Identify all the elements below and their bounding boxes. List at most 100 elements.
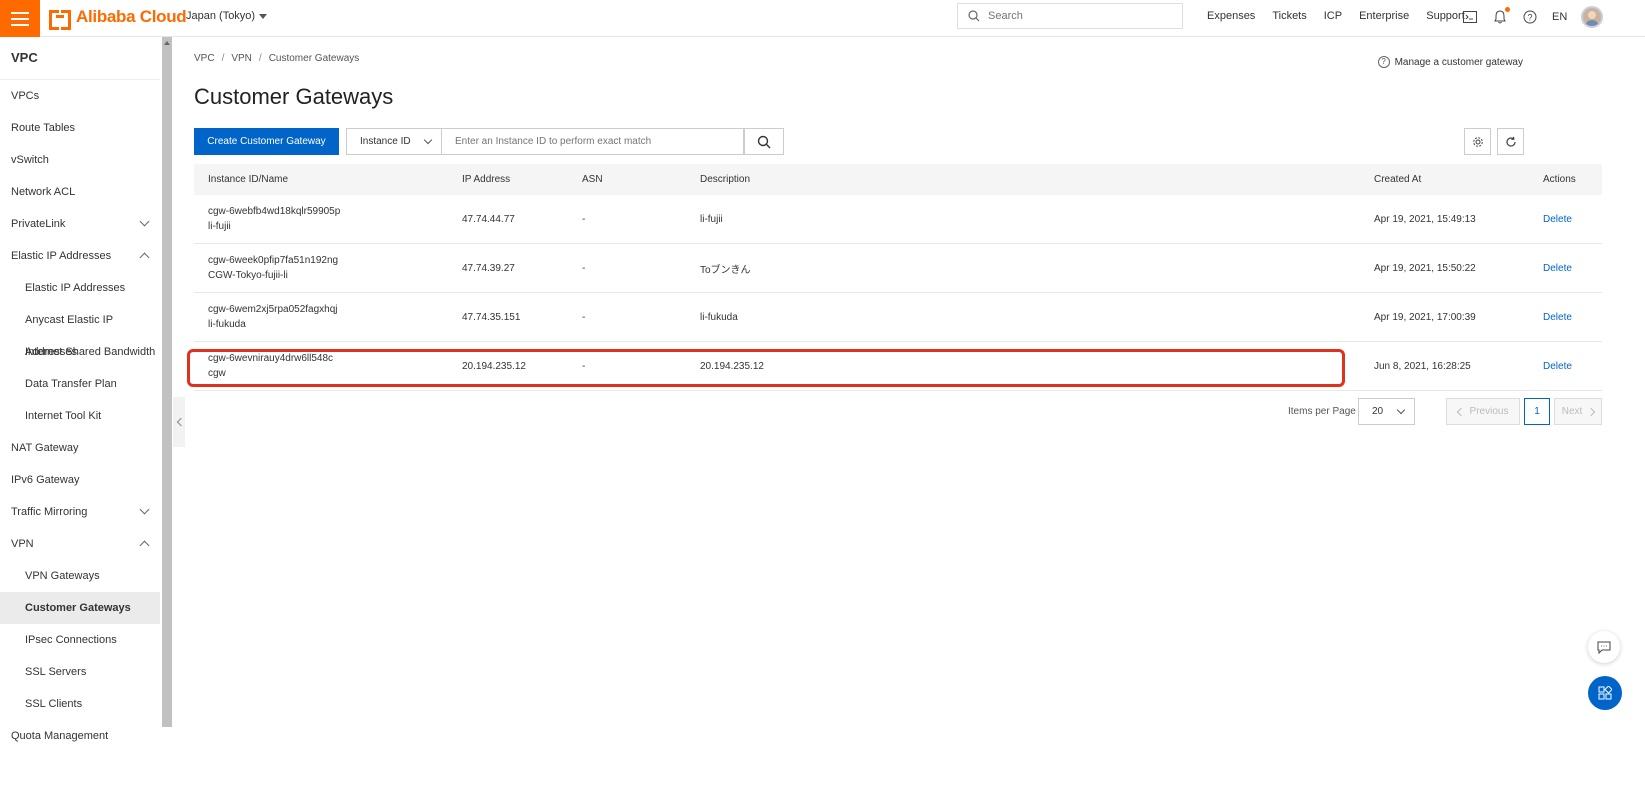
header-actions: Actions bbox=[1543, 174, 1576, 185]
search-button[interactable] bbox=[744, 128, 784, 155]
chat-button[interactable] bbox=[1588, 631, 1620, 663]
chevron-left-icon bbox=[176, 417, 185, 427]
sidebar-item-network-acl[interactable]: Network ACL bbox=[0, 176, 160, 208]
sidebar-item-quota-management[interactable]: Quota Management bbox=[0, 720, 160, 752]
create-customer-gateway-button[interactable]: Create Customer Gateway bbox=[194, 128, 339, 155]
sidebar-scrollbar[interactable] bbox=[162, 37, 172, 727]
gear-icon bbox=[1472, 136, 1483, 147]
chevron-left-icon bbox=[1456, 407, 1465, 416]
sidebar-item-anycast-eip[interactable]: Anycast Elastic IP Addresses bbox=[0, 304, 160, 358]
alibaba-cloud-logo-icon bbox=[49, 10, 71, 30]
table-row: cgw-6webfb4wd18kqlr59905p li-fujii 47.74… bbox=[194, 195, 1602, 244]
breadcrumb-vpc[interactable]: VPC bbox=[194, 53, 215, 64]
instance-cell: cgw-6wevnirauy4drw6ll548c cgw bbox=[208, 342, 333, 390]
sidebar-item-elastic-ip-group[interactable]: Elastic IP Addresses bbox=[0, 240, 160, 272]
asn: - bbox=[582, 360, 586, 372]
instance-name: CGW-Tokyo-fujii-li bbox=[208, 270, 288, 281]
sidebar-item-route-tables[interactable]: Route Tables bbox=[0, 112, 160, 144]
header-asn: ASN bbox=[582, 174, 603, 185]
customer-gateways-table: Instance ID/Name IP Address ASN Descript… bbox=[194, 164, 1602, 391]
instance-name: li-fujii bbox=[208, 221, 231, 232]
previous-page-button[interactable]: Previous bbox=[1446, 398, 1520, 425]
ip-address: 47.74.44.77 bbox=[462, 213, 515, 225]
chevron-right-icon bbox=[1587, 407, 1596, 416]
sidebar-item-vpcs[interactable]: VPCs bbox=[0, 80, 160, 112]
page-number-current[interactable]: 1 bbox=[1524, 398, 1550, 425]
instance-id[interactable]: cgw-6wevnirauy4drw6ll548c bbox=[208, 353, 333, 364]
apps-button[interactable] bbox=[1588, 676, 1622, 710]
sidebar-item-customer-gateways[interactable]: Customer Gateways bbox=[0, 592, 160, 624]
sidebar-item-vpn[interactable]: VPN bbox=[0, 528, 160, 560]
delete-link[interactable]: Delete bbox=[1543, 244, 1572, 292]
brand-name: Alibaba Cloud bbox=[76, 7, 187, 26]
sidebar-item-traffic-mirroring[interactable]: Traffic Mirroring bbox=[0, 496, 160, 528]
delete-link[interactable]: Delete bbox=[1543, 195, 1572, 243]
brand-logo[interactable]: Alibaba Cloud bbox=[49, 7, 187, 30]
sidebar-item-ssl-clients[interactable]: SSL Clients bbox=[0, 688, 160, 720]
sidebar-item-ipv6-gateway[interactable]: IPv6 Gateway bbox=[0, 464, 160, 496]
ip-address: 47.74.35.151 bbox=[462, 311, 521, 323]
user-avatar[interactable] bbox=[1581, 6, 1604, 28]
notification-bell-icon[interactable] bbox=[1492, 7, 1510, 25]
help-icon[interactable]: ? bbox=[1522, 9, 1538, 25]
terminal-icon[interactable] bbox=[1462, 9, 1478, 25]
top-navigation-bar: Alibaba Cloud Japan (Tokyo) Expenses Tic… bbox=[0, 0, 1645, 37]
instance-name: cgw bbox=[208, 368, 226, 379]
menu-icon[interactable] bbox=[0, 0, 40, 37]
sidebar-item-internet-tool-kit[interactable]: Internet Tool Kit bbox=[0, 400, 160, 432]
language-selector[interactable]: EN bbox=[1552, 11, 1567, 23]
top-links: Expenses Tickets ICP Enterprise Support bbox=[1207, 10, 1465, 22]
sidebar-item-nat-gateway[interactable]: NAT Gateway bbox=[0, 432, 160, 464]
search-icon bbox=[968, 10, 980, 22]
global-search-input[interactable] bbox=[988, 10, 1168, 22]
sidebar-item-elastic-ip-addresses[interactable]: Elastic IP Addresses bbox=[0, 272, 160, 304]
sidebar-item-data-transfer-plan[interactable]: Data Transfer Plan bbox=[0, 368, 160, 400]
sidebar-item-privatelink[interactable]: PrivateLink bbox=[0, 208, 160, 240]
next-label: Next bbox=[1561, 406, 1583, 417]
global-search[interactable] bbox=[957, 3, 1183, 29]
manage-customer-gateway-link[interactable]: ? Manage a customer gateway bbox=[1377, 56, 1523, 68]
tickets-link[interactable]: Tickets bbox=[1272, 10, 1306, 22]
breadcrumb: VPC / VPN / Customer Gateways bbox=[194, 53, 359, 64]
previous-label: Previous bbox=[1469, 406, 1509, 417]
scroll-up-arrow-icon[interactable] bbox=[164, 41, 170, 45]
expenses-link[interactable]: Expenses bbox=[1207, 10, 1255, 22]
instance-id[interactable]: cgw-6week0pfip7fa51n192ng bbox=[208, 255, 338, 266]
sidebar-collapse-button[interactable] bbox=[173, 397, 185, 447]
icp-link[interactable]: ICP bbox=[1324, 10, 1342, 22]
delete-link[interactable]: Delete bbox=[1543, 342, 1572, 390]
breadcrumb-vpn[interactable]: VPN bbox=[231, 53, 252, 64]
instance-id-search-input[interactable] bbox=[442, 128, 744, 155]
sidebar-item-ssl-servers[interactable]: SSL Servers bbox=[0, 656, 160, 688]
search-icon bbox=[757, 135, 771, 148]
sidebar-item-vswitch[interactable]: vSwitch bbox=[0, 144, 160, 176]
instance-cell: cgw-6wem2xj5rpa052fagxhqj li-fukuda bbox=[208, 293, 338, 341]
filter-field-select[interactable]: Instance ID bbox=[346, 128, 442, 155]
asn: - bbox=[582, 262, 586, 274]
sidebar-item-label: PrivateLink bbox=[11, 218, 66, 230]
header-instance-id: Instance ID/Name bbox=[208, 174, 289, 185]
apps-grid-icon bbox=[1598, 686, 1612, 700]
next-page-button[interactable]: Next bbox=[1554, 398, 1602, 425]
ip-address: 47.74.39.27 bbox=[462, 262, 515, 274]
instance-id[interactable]: cgw-6webfb4wd18kqlr59905p bbox=[208, 206, 340, 217]
sidebar-item-ipsec-connections[interactable]: IPsec Connections bbox=[0, 624, 160, 656]
enterprise-link[interactable]: Enterprise bbox=[1359, 10, 1409, 22]
items-per-page-select[interactable]: 20 bbox=[1358, 398, 1415, 425]
chevron-down-icon bbox=[139, 216, 150, 227]
instance-cell: cgw-6webfb4wd18kqlr59905p li-fujii bbox=[208, 195, 340, 243]
region-selector[interactable]: Japan (Tokyo) bbox=[186, 10, 268, 22]
instance-id[interactable]: cgw-6wem2xj5rpa052fagxhqj bbox=[208, 304, 338, 315]
sidebar-item-vpn-gateways[interactable]: VPN Gateways bbox=[0, 560, 160, 592]
settings-button[interactable] bbox=[1464, 128, 1491, 155]
filter-field-value: Instance ID bbox=[360, 136, 411, 147]
support-link[interactable]: Support bbox=[1426, 10, 1465, 22]
help-circle-icon: ? bbox=[1377, 56, 1390, 68]
delete-link[interactable]: Delete bbox=[1543, 293, 1572, 341]
refresh-icon bbox=[1505, 136, 1516, 147]
description: li-fukuda bbox=[700, 311, 738, 323]
sidebar-item-shared-bandwidth[interactable]: Internet Shared Bandwidth bbox=[0, 336, 160, 368]
notification-dot bbox=[1505, 7, 1510, 12]
refresh-button[interactable] bbox=[1497, 128, 1524, 155]
header-ip-address: IP Address bbox=[462, 174, 511, 185]
